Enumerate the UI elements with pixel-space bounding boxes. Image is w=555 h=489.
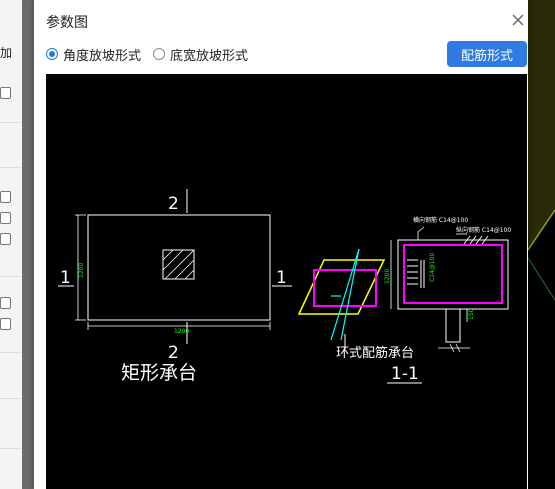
slope-mode-group: 角度放坡形式 底宽放坡形式 bbox=[46, 44, 260, 64]
section-mark-right: 1 bbox=[276, 268, 287, 288]
section-side-rebar-label: C14@100 bbox=[429, 253, 436, 282]
background-cad-viewport bbox=[528, 0, 555, 489]
vertical-rebar-label: 纵向钢筋 C14@100 bbox=[456, 226, 511, 234]
dialog-title: 参数图 bbox=[46, 15, 88, 31]
parameter-drawing-canvas: 2 2 1 1 1200 1200 矩形承台 环式配筋承台 C14@100 横向… bbox=[46, 74, 527, 489]
radio-bottom-width-slope[interactable]: 底宽放坡形式 bbox=[153, 45, 248, 64]
radio-checked-icon[interactable] bbox=[46, 48, 58, 60]
section-mark-bottom: 2 bbox=[168, 343, 179, 363]
section-offset-value: 150 bbox=[468, 308, 475, 320]
parameter-drawing: 2 2 1 1 1200 1200 矩形承台 环式配筋承台 C14@100 横向… bbox=[58, 189, 511, 384]
background-divider bbox=[0, 167, 22, 168]
ring-caption: 环式配筋承台 bbox=[336, 345, 414, 361]
plan-outline bbox=[87, 214, 271, 321]
background-divider bbox=[0, 276, 22, 277]
plan-height-value: 1200 bbox=[78, 263, 85, 278]
background-divider bbox=[0, 448, 22, 449]
background-divider bbox=[0, 122, 22, 123]
section-mark-top: 2 bbox=[168, 194, 179, 214]
horizontal-rebar-label: 横向钢筋 C14@100 bbox=[413, 216, 468, 224]
radio-unchecked-icon[interactable] bbox=[153, 48, 166, 60]
section-side-rebar bbox=[407, 259, 425, 288]
radio-angle-slope[interactable]: 角度放坡形式 bbox=[46, 45, 141, 64]
section-rebar-loop bbox=[403, 244, 503, 304]
background-checkbox[interactable] bbox=[0, 233, 11, 245]
section-outline bbox=[397, 239, 509, 310]
background-divider bbox=[0, 352, 22, 353]
section-label: 1-1 bbox=[391, 364, 419, 384]
background-checkbox[interactable] bbox=[0, 191, 11, 203]
parameter-dialog: 参数图 角度放坡形式 底宽放坡形式 配筋形式 2 2 1 1 1200 1200… bbox=[34, 0, 528, 489]
section-mark-left: 1 bbox=[60, 268, 71, 288]
plan-width-value: 1200 bbox=[174, 328, 189, 335]
ring-rebar-loop bbox=[313, 269, 377, 307]
background-divider bbox=[0, 398, 22, 399]
section-height-value: 1200 bbox=[384, 269, 391, 284]
background-side-panel: 加 bbox=[0, 0, 23, 489]
background-checkbox[interactable] bbox=[0, 87, 11, 99]
background-cad-lines bbox=[528, 0, 555, 301]
background-checkbox[interactable] bbox=[0, 318, 11, 330]
rebar-form-button[interactable]: 配筋形式 bbox=[447, 41, 527, 67]
ring-vertical-bar bbox=[330, 248, 360, 341]
background-checkbox[interactable] bbox=[0, 212, 11, 224]
close-icon[interactable] bbox=[510, 12, 526, 28]
section-column-stub bbox=[445, 308, 461, 343]
background-checkbox[interactable] bbox=[0, 297, 11, 309]
radio-angle-slope-label: 角度放坡形式 bbox=[63, 48, 142, 64]
background-label: 加 bbox=[0, 46, 13, 60]
radio-bottom-width-slope-label: 底宽放坡形式 bbox=[170, 48, 249, 64]
column-hatch bbox=[162, 249, 195, 280]
plan-caption: 矩形承台 bbox=[121, 362, 197, 384]
background-overlay bbox=[22, 0, 34, 489]
